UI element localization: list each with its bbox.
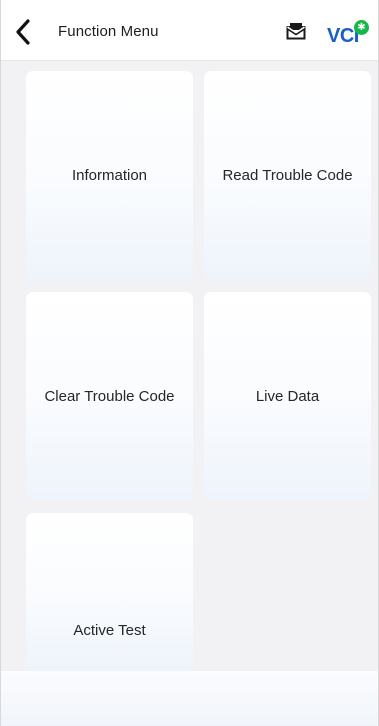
mail-icon — [286, 23, 306, 40]
menu-tile-label: Clear Trouble Code — [44, 388, 175, 405]
menu-tile-information[interactable]: Information — [26, 71, 193, 280]
vci-status-button[interactable]: VCI ✱ — [325, 16, 373, 50]
menu-tile-label: Information — [71, 167, 148, 184]
menu-tile-clear-trouble-code[interactable]: Clear Trouble Code — [26, 292, 193, 501]
mail-button[interactable] — [284, 20, 308, 42]
back-icon — [16, 19, 30, 45]
function-menu-grid: Information Read Trouble Code Clear Trou… — [1, 61, 378, 671]
menu-tile-read-trouble-code[interactable]: Read Trouble Code — [204, 71, 371, 280]
page-title: Function Menu — [58, 23, 159, 40]
menu-tile-label: Live Data — [255, 388, 320, 405]
menu-tile-label: Read Trouble Code — [222, 167, 353, 184]
back-button[interactable] — [11, 16, 35, 48]
vci-bluetooth-icon: ✱ — [354, 20, 369, 35]
bottom-bar — [1, 671, 378, 726]
header-bar: Function Menu VCI ✱ — [1, 0, 378, 61]
menu-tile-live-data[interactable]: Live Data — [204, 292, 371, 501]
menu-tile-label: Active Test — [73, 622, 146, 639]
menu-tile-active-test[interactable]: Active Test — [26, 513, 193, 671]
app-screen: Function Menu VCI ✱ Information Read Tro… — [0, 0, 379, 726]
